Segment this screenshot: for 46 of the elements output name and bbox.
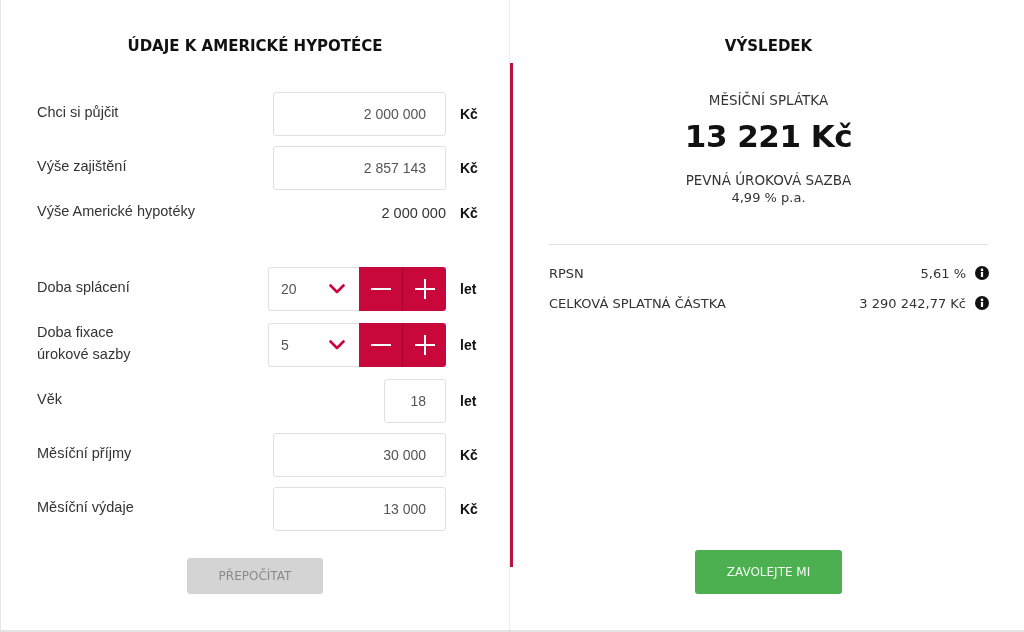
info-icon[interactable]: [975, 296, 989, 310]
field-label: Doba fixace úrokové sazby: [37, 323, 132, 364]
minus-button[interactable]: [359, 323, 402, 367]
unit-label: let: [460, 393, 478, 409]
field-label: Věk: [37, 390, 63, 409]
plus-button[interactable]: [402, 267, 446, 311]
detail-value: 5,61 %: [920, 265, 966, 281]
form-title: ÚDAJE K AMERICKÉ HYPOTÉCE: [127, 36, 383, 56]
detail-value: 3 290 242,77 Kč: [859, 295, 966, 311]
unit-label: let: [460, 337, 478, 353]
plus-icon: [414, 335, 435, 355]
amount-field[interactable]: 2 857 143: [273, 146, 446, 190]
amount-value: 2 000 000: [381, 205, 446, 221]
plus-button[interactable]: [402, 323, 446, 367]
unit-label: Kč: [460, 501, 479, 517]
age-field[interactable]: 18: [384, 379, 446, 423]
payment-label: MĚSÍČNÍ SPLÁTKA: [708, 91, 829, 109]
field-label: Doba splácení: [37, 278, 131, 297]
result-title: VÝSLEDEK: [724, 36, 813, 56]
detail-label: CELKOVÁ SPLATNÁ ČÁSTKA: [549, 295, 727, 311]
minus-icon: [370, 288, 391, 290]
payment-amount: 13 221 Kč: [684, 117, 853, 156]
chevron-down-icon: [329, 284, 345, 294]
rate-label: PEVNÁ ÚROKOVÁ SAZBA: [685, 172, 852, 189]
minus-icon: [370, 344, 391, 346]
year-dropdown[interactable]: 20: [268, 267, 359, 311]
field-label: Výše Americké hypotéky: [37, 202, 196, 221]
unit-label: Kč: [460, 447, 479, 463]
field-label: Chci si půjčit: [37, 103, 120, 122]
info-icon[interactable]: [975, 266, 989, 280]
unit-label: let: [460, 281, 478, 297]
detail-label: RPSN: [549, 265, 585, 281]
amount-field[interactable]: 2 000 000: [273, 92, 446, 136]
field-label: Měsíční příjmy: [37, 444, 133, 463]
year-dropdown[interactable]: 5: [268, 323, 359, 367]
amount-field[interactable]: 13 000: [273, 487, 446, 531]
chevron-down-icon: [329, 340, 345, 350]
plus-icon: [414, 279, 435, 299]
field-label: Měsíční výdaje: [37, 498, 135, 517]
rate-value: 4,99 % p.a.: [731, 189, 806, 206]
unit-label: Kč: [460, 106, 479, 122]
unit-label: Kč: [460, 205, 479, 221]
field-label: Výše zajištění: [37, 157, 128, 176]
amount-field[interactable]: 30 000: [273, 433, 446, 477]
unit-label: Kč: [460, 160, 479, 176]
minus-button[interactable]: [359, 267, 402, 311]
